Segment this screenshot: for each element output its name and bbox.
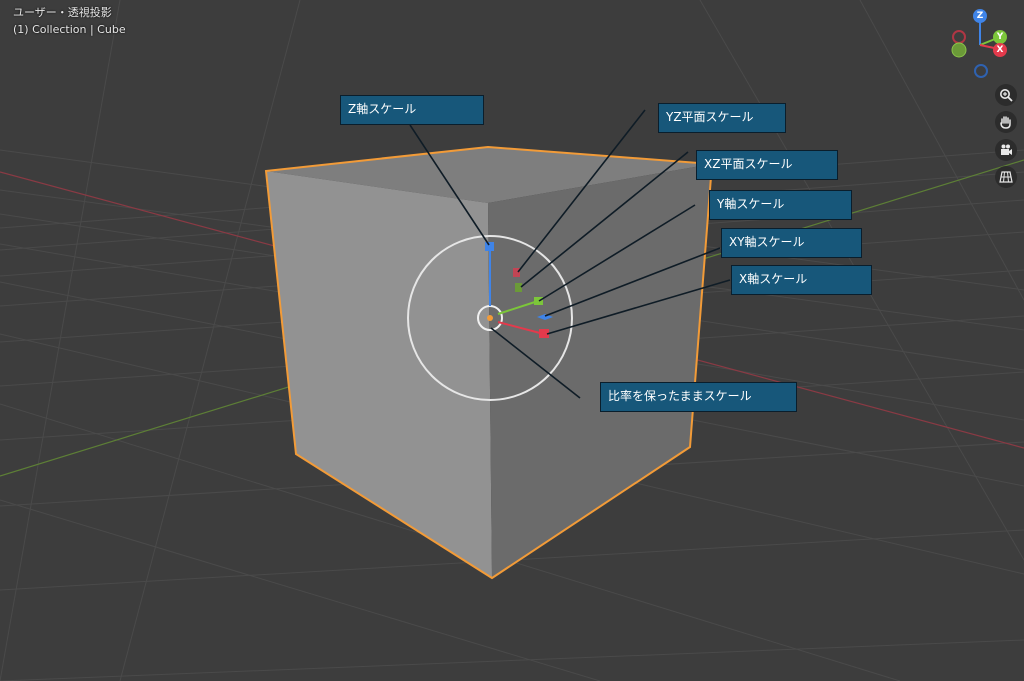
neg-x-axis-ball[interactable] (952, 30, 966, 44)
cube-object[interactable] (264, 145, 714, 580)
zoom-button[interactable] (995, 84, 1017, 106)
neg-z-axis-ball[interactable] (974, 64, 988, 78)
x-axis-ball[interactable]: X (993, 43, 1007, 57)
center-pivot-dot (487, 315, 493, 321)
camera-icon (1001, 144, 1012, 155)
cube-left-face (266, 171, 492, 578)
callout-x-axis-scale: X軸スケール (731, 265, 872, 295)
pan-button[interactable] (995, 111, 1017, 133)
xz-plane-scale-handle[interactable] (515, 283, 522, 292)
yz-plane-scale-handle[interactable] (513, 268, 520, 277)
z-axis-ball[interactable]: Z (973, 9, 987, 23)
3d-viewport[interactable]: ユーザー・透視投影 (1) Collection | Cube Z Y X Z軸… (0, 0, 1024, 681)
view-title: ユーザー・透視投影 (13, 6, 112, 19)
callout-yz-plane-scale: YZ平面スケール (658, 103, 786, 133)
cube-right-face (488, 164, 712, 578)
callout-z-axis-scale: Z軸スケール (340, 95, 484, 125)
zoom-icon (1000, 89, 1013, 102)
y-axis-scale-handle[interactable] (534, 297, 543, 305)
z-axis-scale-handle[interactable] (485, 242, 494, 251)
callout-xz-plane-scale: XZ平面スケール (696, 150, 838, 180)
neg-y-axis-ball[interactable] (951, 42, 967, 58)
callout-y-axis-scale: Y軸スケール (709, 190, 852, 220)
grid-icon (999, 171, 1013, 183)
callout-uniform-scale: 比率を保ったままスケール (600, 382, 797, 412)
ortho-toggle-button[interactable] (995, 166, 1017, 188)
scene-canvas[interactable] (0, 0, 1024, 681)
pan-hand-icon (1000, 116, 1011, 129)
camera-view-button[interactable] (995, 139, 1017, 161)
collection-info: (1) Collection | Cube (13, 23, 126, 36)
y-axis-ball[interactable]: Y (993, 30, 1007, 44)
callout-xy-plane-scale: XY軸スケール (721, 228, 862, 258)
